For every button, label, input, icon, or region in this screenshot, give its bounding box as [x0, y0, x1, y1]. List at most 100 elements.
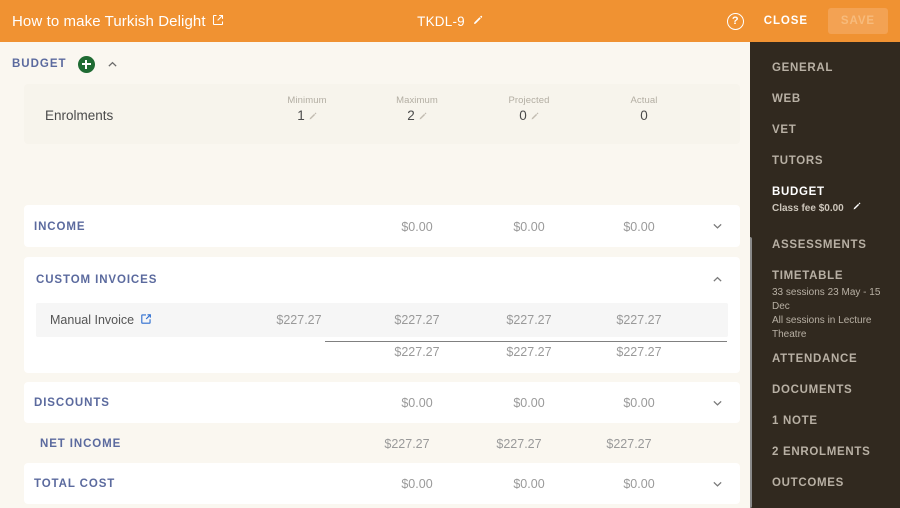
pencil-icon[interactable] — [418, 109, 427, 124]
sidebar-label-budget[interactable]: BUDGET — [772, 186, 892, 198]
pencil-icon[interactable] — [530, 109, 539, 124]
sidebar-label-timetable[interactable]: TIMETABLE — [772, 270, 892, 282]
discounts-value-maximum: $0.00 — [513, 396, 545, 410]
income-label[interactable]: INCOME — [34, 221, 85, 233]
profit-row: PROFIT $227.27 $227.27 $227.27 — [24, 504, 740, 508]
sidebar-label-tutors[interactable]: TUTORS — [772, 155, 892, 167]
budget-section-label: BUDGET — [12, 58, 67, 70]
net-income-card: NET INCOME $227.27 $227.27 $227.27 — [24, 423, 740, 463]
close-button[interactable]: CLOSE — [758, 11, 814, 31]
sidebar-scrollbar[interactable] — [750, 42, 752, 508]
plus-icon[interactable] — [77, 55, 95, 73]
enrolments-actual-value: 0 — [640, 108, 648, 123]
sidebar-item-notes[interactable]: 1 NOTE — [772, 415, 892, 427]
enrolments-projected-value[interactable]: 0 — [479, 108, 579, 124]
custom-invoices-label[interactable]: CUSTOM INVOICES — [36, 274, 157, 286]
total-cost-card[interactable]: TOTAL COST $0.00 $0.00 $0.00 — [24, 463, 740, 504]
sidebar-item-outcomes[interactable]: OUTCOMES — [772, 477, 892, 489]
sidebar-item-vet[interactable]: VET — [772, 124, 892, 136]
enrolments-projected-text: 0 — [519, 108, 527, 123]
sidebar-label-outcomes[interactable]: OUTCOMES — [772, 477, 892, 489]
sidebar-item-attendance[interactable]: ATTENDANCE — [772, 353, 892, 365]
sidebar-item-budget[interactable]: BUDGET Class fee $0.00 — [772, 186, 892, 216]
total-cost-value-maximum: $0.00 — [513, 477, 545, 491]
sidebar-label-assessments[interactable]: ASSESSMENTS — [772, 239, 892, 251]
net-income-label: NET INCOME — [40, 438, 122, 450]
total-cost-label[interactable]: TOTAL COST — [34, 478, 115, 490]
sidebar-item-timetable[interactable]: TIMETABLE 33 sessions 23 May - 15 Dec Al… — [772, 270, 892, 342]
enrolments-card: Enrolments Minimum Maximum Projected Act… — [24, 84, 740, 144]
discounts-card[interactable]: DISCOUNTS $0.00 $0.00 $0.00 — [24, 382, 740, 423]
invoice-row[interactable]: Manual Invoice $227.27 $227.27 $227.27 $… — [36, 303, 728, 337]
chevron-down-icon[interactable] — [711, 477, 724, 490]
enrolments-maximum-text: 2 — [407, 108, 415, 123]
sidebar-label-enrolments[interactable]: 2 ENROLMENTS — [772, 446, 892, 458]
top-bar: How to make Turkish Delight TKDL-9 ? CLO… — [0, 0, 900, 42]
external-link-icon[interactable] — [140, 313, 152, 328]
column-header-actual: Actual — [630, 95, 658, 106]
chevron-down-icon[interactable] — [711, 396, 724, 409]
total-cost-value-minimum: $0.00 — [401, 477, 433, 491]
sidebar-item-assessments[interactable]: ASSESSMENTS — [772, 239, 892, 251]
invoice-value-maximum: $227.27 — [506, 313, 552, 327]
net-income-value-minimum: $227.27 — [384, 437, 430, 451]
budget-section-header: BUDGET — [0, 42, 750, 73]
pencil-icon[interactable] — [852, 202, 861, 214]
sidebar-item-enrolments[interactable]: 2 ENROLMENTS — [772, 446, 892, 458]
invoice-amount: $227.27 — [276, 313, 322, 327]
total-cost-value-projected: $0.00 — [623, 477, 655, 491]
sidebar-label-vet[interactable]: VET — [772, 124, 892, 136]
profit-card: PROFIT $227.27 $227.27 $227.27 — [24, 504, 740, 508]
scrollbar-thumb[interactable] — [750, 237, 752, 508]
course-budget-screen: How to make Turkish Delight TKDL-9 ? CLO… — [0, 0, 900, 508]
sidebar-sub-timetable-sessions: 33 sessions 23 May - 15 Dec — [772, 287, 881, 312]
enrolments-minimum-value[interactable]: 1 — [257, 108, 357, 124]
invoice-name-text: Manual Invoice — [50, 313, 135, 327]
chevron-down-icon[interactable] — [711, 220, 724, 233]
invoice-value-projected: $227.27 — [616, 313, 662, 327]
sidebar-label-notes[interactable]: 1 NOTE — [772, 415, 892, 427]
subtotal-minimum: $227.27 — [394, 345, 440, 359]
sidebar-item-web[interactable]: WEB — [772, 93, 892, 105]
invoice-value-minimum: $227.27 — [394, 313, 440, 327]
discounts-label[interactable]: DISCOUNTS — [34, 397, 110, 409]
sidebar-label-documents[interactable]: DOCUMENTS — [772, 384, 892, 396]
right-sidebar: GENERAL WEB VET TUTORS BUDGET Class fee … — [750, 42, 900, 508]
custom-invoices-card: CUSTOM INVOICES Manual Invoice $227.27 $… — [24, 257, 740, 373]
chevron-up-icon[interactable] — [711, 273, 724, 291]
net-income-value-maximum: $227.27 — [496, 437, 542, 451]
help-icon[interactable]: ? — [726, 12, 744, 30]
chevron-up-icon[interactable] — [106, 58, 119, 71]
enrolments-minimum-text: 1 — [297, 108, 305, 123]
income-value-minimum: $0.00 — [401, 220, 433, 234]
net-income-row: NET INCOME $227.27 $227.27 $227.27 — [24, 423, 740, 463]
total-cost-row: TOTAL COST $0.00 $0.00 $0.00 — [24, 463, 740, 504]
sidebar-sub-budget: Class fee $0.00 — [772, 202, 892, 216]
sidebar-label-attendance[interactable]: ATTENDANCE — [772, 353, 892, 365]
column-header-maximum: Maximum — [396, 95, 438, 106]
sidebar-item-general[interactable]: GENERAL — [772, 62, 892, 74]
sidebar-label-web[interactable]: WEB — [772, 93, 892, 105]
sidebar-item-documents[interactable]: DOCUMENTS — [772, 384, 892, 396]
invoice-name: Manual Invoice — [50, 313, 152, 328]
pencil-icon[interactable] — [308, 109, 317, 124]
pencil-icon[interactable] — [472, 14, 483, 29]
sidebar-sub-timetable-location: All sessions in Lecture Theatre — [772, 315, 872, 340]
subtotal-divider — [325, 341, 727, 342]
income-value-maximum: $0.00 — [513, 220, 545, 234]
sidebar-item-tutors[interactable]: TUTORS — [772, 155, 892, 167]
course-title-text: How to make Turkish Delight — [12, 12, 206, 30]
top-bar-actions: ? CLOSE SAVE — [726, 0, 888, 42]
budget-content-pane: BUDGET Enrolments Minimum Maximum Projec… — [0, 42, 750, 508]
sidebar-label-general[interactable]: GENERAL — [772, 62, 892, 74]
save-button[interactable]: SAVE — [827, 8, 888, 34]
enrolments-maximum-value[interactable]: 2 — [367, 108, 467, 124]
external-link-icon[interactable] — [212, 13, 224, 30]
enrolments-row: Enrolments Minimum Maximum Projected Act… — [24, 84, 740, 144]
course-code-text: TKDL-9 — [417, 13, 465, 29]
discounts-row: DISCOUNTS $0.00 $0.00 $0.00 — [24, 382, 740, 423]
class-fee-text: Class fee $0.00 — [772, 203, 844, 214]
subtotal-projected: $227.27 — [616, 345, 662, 359]
income-card[interactable]: INCOME $0.00 $0.00 $0.00 — [24, 205, 740, 247]
column-header-minimum: Minimum — [287, 95, 327, 106]
